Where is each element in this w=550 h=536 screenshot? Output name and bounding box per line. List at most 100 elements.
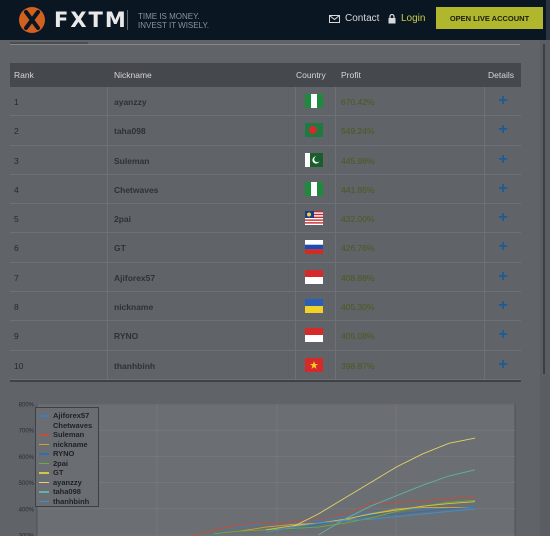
table-row[interactable]: 3 Suleman 445.98% +	[10, 145, 521, 175]
cell-divider	[295, 174, 296, 204]
cell-divider	[484, 262, 485, 292]
plus-icon[interactable]: +	[496, 180, 510, 198]
legend-item[interactable]: thanhbinh	[39, 497, 89, 507]
table-header: Rank Nickname Country Profit Details	[10, 63, 521, 87]
cell-divider	[335, 174, 336, 204]
legend-item[interactable]: Chetwaves	[39, 421, 92, 431]
pakistan-flag-icon	[305, 152, 323, 167]
cell-divider	[295, 87, 296, 116]
rank-cell: 10	[14, 360, 24, 371]
login-label: Login	[401, 13, 426, 24]
contact-link[interactable]: Contact	[329, 13, 379, 24]
header-rank: Rank	[14, 70, 34, 80]
login-link[interactable]: Login	[388, 13, 425, 24]
legend-item[interactable]: taha098	[39, 487, 81, 497]
tagline-line-2: INVEST IT WISELY.	[138, 21, 209, 30]
legend-label: Ajiforex57	[53, 411, 90, 421]
plus-icon[interactable]: +	[496, 297, 510, 315]
legend-item[interactable]: RYNO	[39, 449, 74, 459]
plus-icon[interactable]: +	[496, 209, 510, 227]
logo-text[interactable]: FXTM	[54, 8, 128, 32]
cell-divider	[335, 116, 336, 146]
nickname-cell[interactable]: RYNO	[114, 331, 138, 341]
fxtm-logo-icon[interactable]	[18, 6, 46, 34]
legend-swatch	[39, 424, 49, 426]
legend-item[interactable]: nickname	[39, 440, 88, 450]
cell-divider	[484, 292, 485, 322]
profit-cell: 445.98%	[341, 155, 375, 166]
plus-icon[interactable]: +	[496, 121, 510, 139]
cell-divider	[335, 87, 336, 116]
plus-icon[interactable]: +	[496, 356, 510, 374]
header-profit: Profit	[341, 70, 361, 80]
legend-swatch	[39, 500, 49, 502]
legend-item[interactable]: 2pai	[39, 459, 68, 469]
table-row[interactable]: 6 GT 426.76% +	[10, 233, 521, 263]
cell-divider	[484, 204, 485, 234]
plus-icon[interactable]: +	[496, 238, 510, 256]
plus-icon[interactable]: +	[496, 268, 510, 286]
table-row[interactable]: 8 nickname 405.30% +	[10, 292, 521, 322]
rank-cell: 3	[14, 155, 19, 166]
nickname-cell[interactable]: nickname	[114, 302, 153, 312]
nigeria-flag-icon	[305, 94, 323, 108]
y-tick-label: 400%	[19, 507, 35, 513]
profit-cell: 432.00%	[341, 214, 375, 225]
legend-label: ayanzzy	[53, 477, 82, 487]
plus-icon[interactable]: +	[496, 326, 510, 344]
plus-icon[interactable]: +	[496, 151, 510, 169]
cell-divider	[335, 292, 336, 322]
nigeria-flag-icon	[305, 181, 323, 196]
cell-divider	[484, 145, 485, 175]
table-row[interactable]: 9 RYNO 405.08% +	[10, 321, 521, 351]
cell-divider	[107, 292, 108, 322]
header-details: Details	[488, 70, 514, 80]
tab-divider	[10, 44, 520, 45]
profit-cell: 405.08%	[341, 331, 375, 342]
plus-icon[interactable]: +	[496, 92, 510, 110]
nickname-cell[interactable]: ayanzzy	[114, 97, 147, 107]
chart-plot-area	[36, 403, 516, 536]
legend-label: Suleman	[53, 430, 85, 440]
table-row[interactable]: 1 ayanzzy 670.42% +	[10, 87, 521, 117]
nickname-cell[interactable]: Ajiforex57	[114, 273, 155, 283]
legend-swatch	[39, 481, 49, 483]
legend-label: nickname	[53, 439, 88, 449]
nickname-cell[interactable]: Chetwaves	[114, 185, 158, 195]
page-scrollbar-thumb[interactable]	[543, 44, 545, 374]
table-row[interactable]: 5 2pai 432.00% +	[10, 204, 521, 234]
open-live-account-button[interactable]: OPEN LIVE ACCOUNT	[436, 7, 543, 29]
cell-divider	[484, 233, 485, 263]
y-tick-label: 500%	[19, 481, 35, 487]
nickname-cell[interactable]: 2pai	[114, 214, 131, 224]
nickname-cell[interactable]: thanhbinh	[114, 361, 155, 371]
indonesia-flag-icon	[305, 328, 323, 343]
table-row[interactable]: 7 Ajiforex57 408.88% +	[10, 262, 521, 293]
legend-item[interactable]: ayanzzy	[39, 478, 82, 488]
logo-divider	[127, 10, 128, 30]
rank-cell: 2	[14, 126, 19, 137]
legend-item[interactable]: Ajiforex57	[39, 411, 89, 421]
cell-divider	[107, 174, 108, 204]
page-scrollbar[interactable]	[540, 40, 550, 536]
rank-cell: 6	[14, 243, 19, 254]
legend-item[interactable]: Suleman	[39, 430, 84, 440]
cell-divider	[107, 116, 108, 146]
y-tick-label: 800%	[19, 403, 35, 409]
legend-swatch	[39, 491, 49, 493]
legend-swatch	[39, 472, 49, 474]
profit-cell: 408.88%	[341, 272, 375, 283]
legend-swatch	[39, 434, 49, 436]
cell-divider	[295, 321, 296, 351]
cell-divider	[484, 116, 485, 146]
nickname-cell[interactable]: taha098	[114, 126, 146, 136]
table-row[interactable]: 10 thanhbinh 398.87% +	[10, 350, 521, 380]
cell-divider	[335, 321, 336, 351]
tagline-line-1: TIME IS MONEY.	[138, 12, 200, 21]
nickname-cell[interactable]: Suleman	[114, 156, 149, 166]
legend-item[interactable]: GT	[39, 468, 63, 478]
table-row[interactable]: 4 Chetwaves 441.85% +	[10, 174, 521, 205]
table-row[interactable]: 2 taha098 549.24% +	[10, 116, 521, 146]
legend-swatch	[39, 443, 49, 445]
nickname-cell[interactable]: GT	[114, 243, 126, 253]
